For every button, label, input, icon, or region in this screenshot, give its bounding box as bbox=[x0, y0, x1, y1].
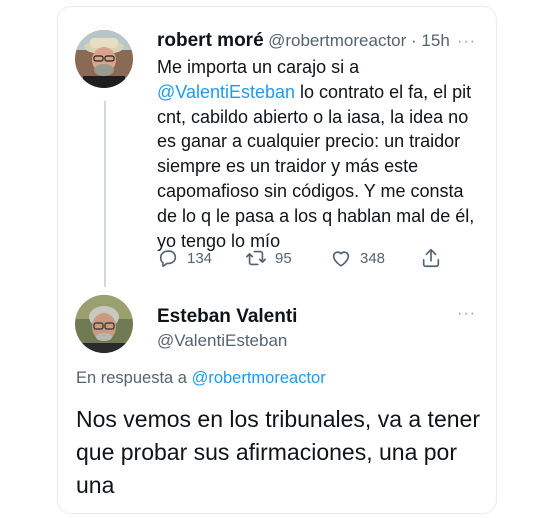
reply-mention-link[interactable]: @robertmoreactor bbox=[192, 369, 326, 387]
tweet1-text-after: lo contrato el fa, el pit cnt, cabildo a… bbox=[157, 81, 475, 251]
like-count: 348 bbox=[360, 249, 386, 267]
avatar-esteban-valenti[interactable] bbox=[75, 295, 133, 353]
share-button[interactable] bbox=[420, 247, 450, 269]
reply-count: 134 bbox=[187, 249, 213, 267]
retweet-count: 95 bbox=[275, 249, 292, 267]
tweet1-separator: · bbox=[406, 31, 422, 50]
tweet1-text: Me importa un carajo si a @ValentiEsteba… bbox=[157, 55, 487, 253]
thread-line bbox=[104, 101, 106, 287]
heart-icon bbox=[332, 251, 350, 267]
tweet1-time[interactable]: 15h bbox=[421, 31, 449, 50]
reply-icon bbox=[159, 250, 177, 267]
share-icon bbox=[422, 248, 440, 268]
reply-context: En respuesta a @robertmoreactor bbox=[76, 369, 326, 388]
avatar-robert-more[interactable] bbox=[75, 30, 133, 88]
retweet-button[interactable]: 95 bbox=[245, 247, 292, 269]
tweet1-header: robert moré @robertmoreactor · 15h bbox=[157, 30, 450, 52]
tweet2-author-name[interactable]: Esteban Valenti bbox=[157, 306, 297, 328]
tweet1-text-before: Me importa un carajo si a bbox=[157, 57, 360, 77]
retweet-icon bbox=[246, 250, 266, 266]
tweet1-author-name[interactable]: robert moré bbox=[157, 30, 264, 51]
tweet1-actions: 134 95 348 bbox=[157, 247, 497, 271]
tweet2-text: Nos vemos en los tribunales, va a tener … bbox=[76, 406, 480, 498]
like-button[interactable]: 348 bbox=[330, 247, 385, 269]
tweet2-more-icon[interactable]: ··· bbox=[457, 305, 476, 323]
reply-prefix: En respuesta a bbox=[76, 369, 192, 387]
tweet1-mention-link[interactable]: @ValentiEsteban bbox=[157, 82, 295, 102]
tweet1-more-icon[interactable]: ··· bbox=[457, 33, 476, 51]
tweet-thread-card: robert moré @robertmoreactor · 15h ··· M… bbox=[57, 6, 497, 514]
tweet2-author-handle[interactable]: @ValentiEsteban bbox=[157, 331, 287, 351]
tweet1-author-handle[interactable]: @robertmoreactor bbox=[268, 31, 406, 50]
reply-button[interactable]: 134 bbox=[157, 247, 212, 269]
